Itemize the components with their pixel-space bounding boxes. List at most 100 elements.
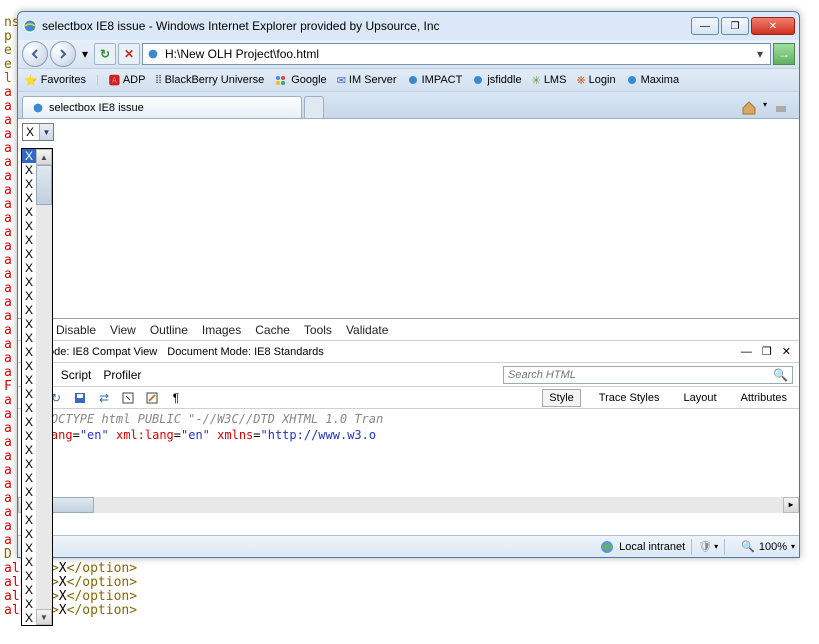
dropdown-option[interactable]: X — [22, 583, 36, 597]
dev-menu-outline[interactable]: Outline — [150, 323, 188, 337]
scroll-down-icon[interactable]: ▼ — [36, 609, 52, 625]
dropdown-option[interactable]: X — [22, 177, 36, 191]
home-dropdown[interactable]: ▾ — [763, 100, 767, 116]
window-titlebar[interactable]: selectbox IE8 issue - Windows Internet E… — [18, 12, 799, 40]
scroll-track[interactable] — [94, 497, 783, 513]
recent-pages-dropdown[interactable]: ▾ — [78, 43, 92, 65]
dropdown-option[interactable]: X — [22, 471, 36, 485]
refresh-button[interactable]: ↻ — [94, 43, 116, 65]
dropdown-option[interactable]: X — [22, 191, 36, 205]
edit-icon[interactable] — [144, 390, 160, 406]
dev-menu-tools[interactable]: Tools — [304, 323, 332, 337]
address-input[interactable] — [165, 47, 748, 61]
fav-item-lms[interactable]: ✳LMS — [532, 74, 567, 87]
dropdown-option[interactable]: X — [22, 373, 36, 387]
protected-mode-icon[interactable]: 🛡 — [698, 540, 712, 553]
dropdown-option[interactable]: X — [22, 569, 36, 583]
dropdown-option[interactable]: X — [22, 527, 36, 541]
dropdown-option[interactable]: X — [22, 163, 36, 177]
scroll-up-icon[interactable]: ▲ — [36, 149, 52, 165]
dropdown-option[interactable]: X — [22, 331, 36, 345]
close-button[interactable]: ✕ — [751, 17, 795, 35]
dropdown-option[interactable]: X — [22, 513, 36, 527]
devtools-hscrollbar[interactable]: ◀ ▶ — [18, 497, 799, 513]
select-dropdown-arrow[interactable]: ▼ — [39, 124, 53, 140]
dropdown-option[interactable]: X — [22, 499, 36, 513]
dropdown-option[interactable]: X — [22, 485, 36, 499]
dev-menu-view[interactable]: View — [110, 323, 136, 337]
new-tab-button[interactable] — [304, 96, 324, 118]
address-dropdown[interactable]: ▾ — [752, 47, 768, 61]
rtab-attr[interactable]: Attributes — [735, 390, 793, 406]
element-icon[interactable] — [120, 390, 136, 406]
dropdown-option[interactable]: X — [22, 415, 36, 429]
dropdown-option[interactable]: X — [22, 289, 36, 303]
stop-button[interactable]: ✕ — [118, 43, 140, 65]
rtab-style[interactable]: Style — [542, 389, 580, 407]
dropdown-option[interactable]: X — [22, 597, 36, 611]
fav-item-adp[interactable]: 🅰ADP — [109, 72, 146, 88]
dropdown-option[interactable]: X — [22, 443, 36, 457]
rtab-trace[interactable]: Trace Styles — [593, 390, 666, 406]
address-bar[interactable]: ▾ — [142, 43, 771, 65]
fav-item-imserver[interactable]: ✉IM Server — [337, 74, 397, 87]
selectbox[interactable]: X ▼ — [22, 123, 54, 141]
dev-menu-disable[interactable]: Disable — [56, 323, 96, 337]
search-icon[interactable]: 🔍 — [773, 368, 788, 382]
dropdown-option[interactable]: X — [22, 205, 36, 219]
dev-tab-script[interactable]: Script — [61, 368, 92, 382]
dropdown-option[interactable]: X — [22, 345, 36, 359]
minimize-button[interactable]: — — [691, 17, 719, 35]
save-icon[interactable] — [72, 390, 88, 406]
tab-current[interactable]: selectbox IE8 issue — [22, 96, 302, 118]
security-zone[interactable]: Local intranet — [599, 539, 685, 555]
back-button[interactable] — [22, 41, 48, 67]
dropdown-scrollbar[interactable]: ▲ ▼ — [36, 149, 52, 625]
dev-search-input[interactable] — [508, 369, 773, 381]
dropdown-option[interactable]: X — [22, 611, 36, 625]
fav-item-impact[interactable]: IMPACT — [407, 74, 463, 86]
go-button[interactable]: → — [773, 43, 795, 65]
devtools-close-icon[interactable]: ✕ — [782, 345, 791, 358]
dropdown-option[interactable]: X — [22, 429, 36, 443]
fav-item-maxima[interactable]: Maxima — [626, 74, 680, 86]
dropdown-option[interactable]: X — [22, 149, 36, 163]
dropdown-option[interactable]: X — [22, 457, 36, 471]
document-mode-label[interactable]: Document Mode: IE8 Standards — [167, 346, 324, 358]
fav-item-blackberry[interactable]: ⁞⁞BlackBerry Universe — [155, 74, 264, 86]
forward-button[interactable] — [50, 41, 76, 67]
dev-menu-images[interactable]: Images — [202, 323, 241, 337]
dropdown-option[interactable]: X — [22, 541, 36, 555]
dev-tab-profiler[interactable]: Profiler — [103, 368, 141, 382]
protected-dropdown[interactable]: ▾ — [714, 542, 718, 551]
wrap-icon[interactable]: ¶ — [168, 390, 184, 406]
scroll-right-icon[interactable]: ▶ — [783, 497, 799, 513]
dev-menu-cache[interactable]: Cache — [255, 323, 290, 337]
devtools-minimize-icon[interactable]: — — [741, 346, 752, 358]
dropdown-option[interactable]: X — [22, 247, 36, 261]
maximize-button[interactable]: ❐ — [721, 17, 749, 35]
zoom-control[interactable]: 🔍 100% ▾ — [741, 540, 795, 553]
dropdown-option[interactable]: X — [22, 275, 36, 289]
dropdown-option[interactable]: X — [22, 387, 36, 401]
fav-item-login[interactable]: ❋Login — [576, 74, 615, 87]
dropdown-option[interactable]: X — [22, 219, 36, 233]
scroll-track[interactable] — [36, 205, 52, 609]
fav-item-google[interactable]: Google — [274, 73, 326, 87]
select-dropdown-list[interactable]: XXXXXXXXXXXXXXXXXXXXXXXXXXXXXXXXXX ▲ ▼ — [21, 148, 53, 626]
dropdown-option[interactable]: X — [22, 401, 36, 415]
dropdown-option[interactable]: X — [22, 555, 36, 569]
dev-search-box[interactable]: 🔍 — [503, 366, 793, 384]
devtools-unpin-icon[interactable]: ❐ — [762, 345, 772, 358]
print-button[interactable] — [773, 100, 789, 116]
fav-item-jsfiddle[interactable]: jsfiddle — [472, 74, 521, 86]
dev-menu-validate[interactable]: Validate — [346, 323, 388, 337]
dropdown-option[interactable]: X — [22, 303, 36, 317]
dropdown-option[interactable]: X — [22, 261, 36, 275]
dropdown-option[interactable]: X — [22, 359, 36, 373]
zoom-dropdown[interactable]: ▾ — [791, 542, 795, 551]
rtab-layout[interactable]: Layout — [678, 390, 723, 406]
scroll-thumb[interactable] — [36, 165, 52, 205]
devtools-code-pane[interactable]: -- DOCTYPE html PUBLIC "-//W3C//DTD XHTM… — [18, 409, 799, 513]
dropdown-option[interactable]: X — [22, 233, 36, 247]
